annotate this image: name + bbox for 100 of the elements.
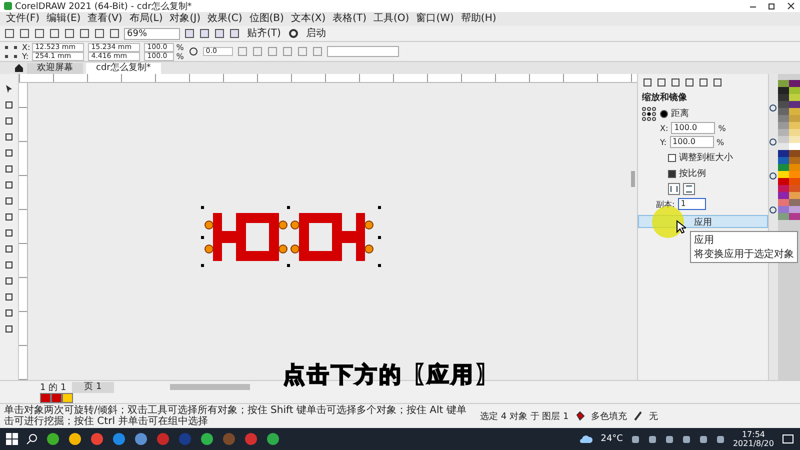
color-swatch[interactable] [789, 157, 800, 164]
color-swatch[interactable] [778, 192, 789, 199]
color-swatch[interactable] [789, 80, 800, 87]
transform-mode-icon[interactable] [684, 77, 695, 88]
color-swatch[interactable] [778, 178, 789, 185]
color-swatch[interactable] [789, 178, 800, 185]
mirror-vertical-icon[interactable] [683, 183, 695, 195]
color-swatch[interactable] [778, 143, 789, 150]
color-swatch[interactable] [789, 94, 800, 101]
color-swatch[interactable] [778, 164, 789, 171]
document-color-swatch[interactable] [40, 393, 51, 403]
color-swatch[interactable] [789, 150, 800, 157]
toolbar-icon[interactable] [229, 28, 240, 39]
taskbar-app-icon[interactable] [112, 432, 126, 446]
color-swatch[interactable] [789, 206, 800, 213]
color-swatch[interactable] [778, 115, 789, 122]
docker-tab-icon[interactable] [769, 138, 777, 146]
menu-item[interactable]: 效果(C) [207, 13, 242, 25]
color-swatch[interactable] [789, 199, 800, 206]
menu-item[interactable]: 编辑(E) [46, 13, 81, 25]
reference-point-icon[interactable] [4, 44, 18, 58]
docker-tab-icon[interactable] [769, 172, 777, 180]
color-swatch[interactable] [778, 171, 789, 178]
docker-tab-icon[interactable] [769, 206, 777, 214]
menu-item[interactable]: 文本(X) [290, 13, 326, 25]
taskbar-app-icon[interactable] [134, 432, 148, 446]
color-swatch[interactable] [778, 101, 789, 108]
toolbar-icon[interactable] [199, 28, 210, 39]
menu-item[interactable]: 表格(T) [332, 13, 367, 25]
color-swatch[interactable] [778, 206, 789, 213]
transform-mode-icon[interactable] [670, 77, 681, 88]
color-swatch[interactable] [778, 94, 789, 101]
color-swatch[interactable] [789, 122, 800, 129]
color-swatch[interactable] [789, 136, 800, 143]
pointer-tool-icon[interactable] [4, 84, 14, 94]
color-swatch[interactable] [778, 136, 789, 143]
anchor-grid-icon[interactable] [642, 107, 656, 121]
copies-field[interactable]: 1 [678, 198, 706, 210]
launch-dropdown[interactable]: 启动 [302, 28, 329, 40]
document-color-swatch[interactable] [51, 393, 62, 403]
transform-mode-icon[interactable] [656, 77, 667, 88]
color-swatch[interactable] [778, 157, 789, 164]
color-swatch[interactable] [778, 108, 789, 115]
taskbar-app-icon[interactable] [266, 432, 280, 446]
menu-item[interactable]: 查看(V) [88, 13, 122, 25]
color-swatch[interactable] [778, 150, 789, 157]
taskbar-app-icon[interactable] [68, 432, 82, 446]
color-swatch[interactable] [789, 192, 800, 199]
toolbar-icon[interactable] [94, 28, 105, 39]
color-swatch[interactable] [778, 122, 789, 129]
toolbar-icon[interactable] [64, 28, 75, 39]
scrollbar-thumb[interactable] [631, 171, 635, 187]
color-swatch[interactable] [789, 87, 800, 94]
color-swatch[interactable] [789, 129, 800, 136]
home-icon[interactable] [14, 63, 24, 73]
document-tab[interactable]: cdr怎么复制* [86, 62, 161, 74]
menu-item[interactable]: 布局(L) [129, 13, 163, 25]
notification-icon[interactable] [782, 433, 794, 445]
zoom-dropdown[interactable]: 69% [124, 28, 180, 40]
menu-item[interactable]: 工具(O) [374, 13, 410, 25]
color-swatch[interactable] [789, 185, 800, 192]
radio-button[interactable] [660, 110, 668, 118]
document-tab[interactable]: 欢迎屏幕 [27, 62, 83, 74]
toolbar-icon[interactable] [109, 28, 120, 39]
color-swatch[interactable] [789, 213, 800, 220]
snap-dropdown[interactable]: 贴齐(T) [244, 28, 284, 40]
color-swatch[interactable] [789, 115, 800, 122]
toolbar-icon[interactable] [34, 28, 45, 39]
toolbar-icon[interactable] [214, 28, 225, 39]
color-swatch[interactable] [778, 129, 789, 136]
toolbar-icon[interactable] [49, 28, 60, 39]
toolbar-icon[interactable] [79, 28, 90, 39]
color-swatch[interactable] [778, 185, 789, 192]
scrollbar-thumb[interactable] [170, 384, 250, 390]
color-swatch[interactable] [778, 213, 789, 220]
taskbar-app-icon[interactable] [90, 432, 104, 446]
transform-mode-icon[interactable] [642, 77, 653, 88]
close-icon[interactable] [786, 1, 796, 11]
color-swatch[interactable] [789, 171, 800, 178]
taskbar-app-icon[interactable] [46, 432, 60, 446]
toolbar-icon[interactable] [184, 28, 195, 39]
toolbar-icon[interactable] [4, 28, 15, 39]
docker-tab-icon[interactable] [769, 104, 777, 112]
taskbar-app-icon[interactable] [200, 432, 214, 446]
transform-mode-icon[interactable] [712, 77, 723, 88]
x-scale-field[interactable]: 100.0 [671, 122, 716, 134]
color-swatch[interactable] [789, 101, 800, 108]
document-color-swatch[interactable] [62, 393, 73, 403]
search-icon[interactable] [26, 433, 38, 445]
color-swatch[interactable] [778, 87, 789, 94]
menu-item[interactable]: 位图(B) [249, 13, 284, 25]
restore-icon[interactable] [767, 1, 777, 11]
transform-mode-icon[interactable] [698, 77, 709, 88]
menu-item[interactable]: 窗口(W) [416, 13, 454, 25]
color-swatch[interactable] [789, 164, 800, 171]
windows-start-icon[interactable] [6, 433, 18, 445]
color-swatch[interactable] [778, 80, 789, 87]
menu-item[interactable]: 对象(J) [170, 13, 200, 25]
y-scale-field[interactable]: 100.0 [670, 136, 714, 148]
color-swatch[interactable] [789, 143, 800, 150]
